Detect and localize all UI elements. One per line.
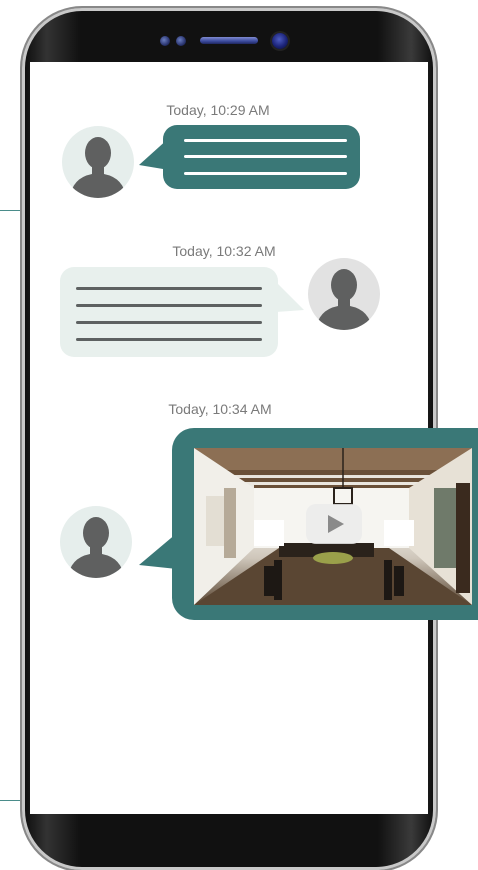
front-camera <box>272 33 288 49</box>
person-silhouette-icon <box>68 517 124 578</box>
person-silhouette-icon <box>70 137 126 198</box>
message-text-line <box>76 304 262 307</box>
message-timestamp: Today, 10:32 AM <box>172 243 276 259</box>
play-icon <box>328 515 344 533</box>
front-sensor-left <box>160 36 170 46</box>
message-timestamp: Today, 10:34 AM <box>168 401 272 417</box>
contact-avatar[interactable] <box>62 126 134 198</box>
message-text-line <box>76 321 262 324</box>
outgoing-bubble-tail <box>276 282 304 312</box>
message-text-line <box>184 155 347 158</box>
side-guide-line-top <box>0 210 24 211</box>
user-avatar[interactable] <box>308 258 380 330</box>
front-sensor-right <box>176 36 186 46</box>
person-silhouette-icon <box>316 269 372 330</box>
message-timestamp: Today, 10:29 AM <box>166 102 270 118</box>
message-text-line <box>76 287 262 290</box>
side-guide-line-bottom <box>0 800 24 801</box>
contact-avatar[interactable] <box>60 506 132 578</box>
message-text-line <box>76 338 262 341</box>
play-button[interactable] <box>306 504 362 544</box>
message-text-line <box>184 172 347 175</box>
message-text-line <box>184 139 347 142</box>
outgoing-text-bubble[interactable] <box>60 267 278 357</box>
earpiece-speaker <box>200 37 258 44</box>
